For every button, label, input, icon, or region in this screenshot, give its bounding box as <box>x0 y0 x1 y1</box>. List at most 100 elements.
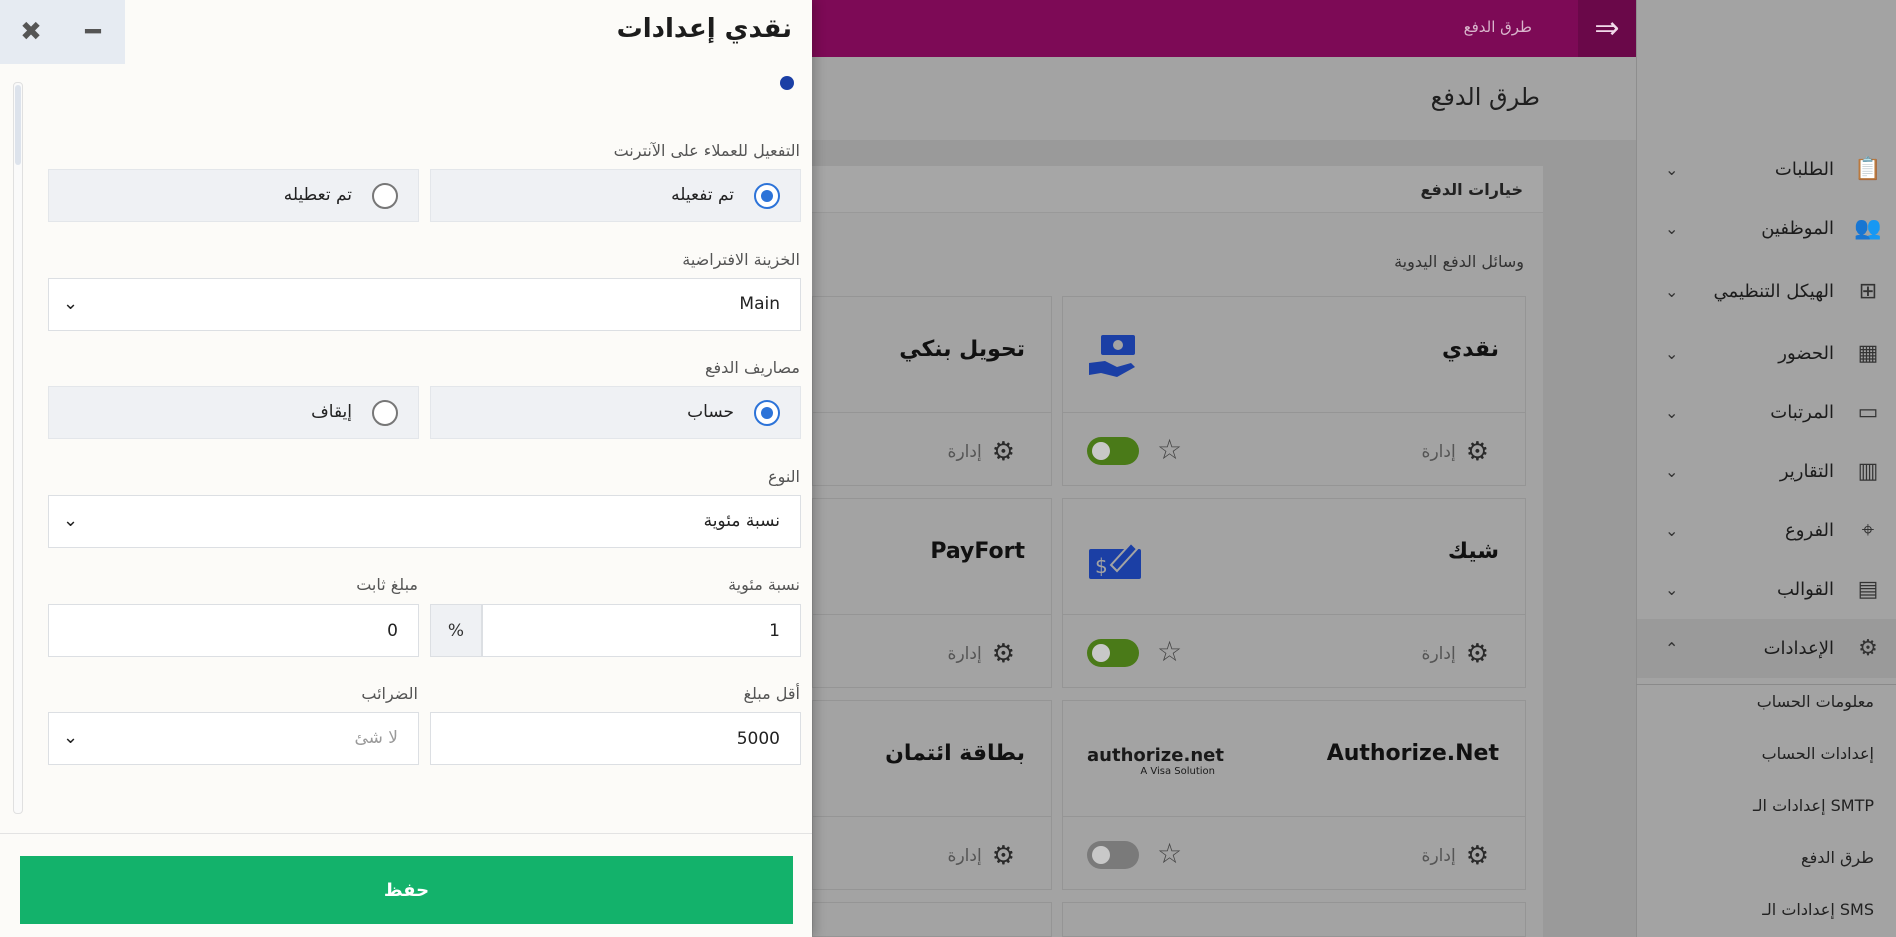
percentage-field[interactable] <box>483 605 800 656</box>
sidebar-subitem[interactable]: إعدادات الـ SMTP <box>1637 782 1896 834</box>
taxes-select[interactable]: لا شئ ⌄ <box>48 712 419 765</box>
min-amount-field[interactable] <box>431 713 800 764</box>
card-title: شيك <box>1447 539 1499 564</box>
sidebar-item-requests[interactable]: 📋 الطلبات ⌄ <box>1637 140 1896 199</box>
users-icon: 👥 <box>1854 216 1882 241</box>
sidebar-item-org-structure[interactable]: ⊞ الهيكل التنظيمي ⌄ <box>1637 258 1896 324</box>
payment-fees-label: مصاريف الدفع <box>704 358 800 377</box>
money-icon: ▭ <box>1857 400 1879 425</box>
default-treasury-label: الخزينة الافتراضية <box>682 250 800 269</box>
star-icon[interactable]: ☆ <box>1157 433 1182 466</box>
radio-disabled[interactable]: تم تعطيله <box>48 169 419 222</box>
gear-icon: ⚙ <box>991 841 1015 871</box>
fixed-amount-input[interactable] <box>48 604 419 657</box>
radio-button[interactable] <box>754 183 780 209</box>
payment-card-authorize-net: Authorize.Net authorize.net A Visa Solut… <box>1062 700 1526 890</box>
gear-icon: ⚙ <box>1465 437 1489 467</box>
chevron-down-icon: ⌄ <box>1665 219 1679 238</box>
sidebar-item-employees[interactable]: 👥 الموظفين ⌄ <box>1637 199 1896 258</box>
save-button[interactable]: حفظ <box>20 856 793 924</box>
card-title: تحويل بنكي <box>899 337 1025 362</box>
sidebar-subitem[interactable]: إعدادات الحساب <box>1637 730 1896 782</box>
drawer-footer: حفظ <box>0 833 812 937</box>
percentage-label: نسبة مئوية <box>728 575 800 594</box>
minimize-icon[interactable]: ━ <box>62 0 124 64</box>
enable-toggle[interactable] <box>1087 639 1139 667</box>
card-title: Authorize.Net <box>1326 741 1499 766</box>
min-amount-label: أقل مبلغ <box>743 684 800 703</box>
bar-chart-icon: ▥ <box>1857 459 1879 484</box>
drawer-header: ✖ ━ نقدي إعدادات <box>0 0 812 64</box>
sidebar-subitem[interactable]: إعدادات الـ SMS <box>1637 886 1896 937</box>
card-title: نقدي <box>1442 337 1499 362</box>
min-amount-input[interactable] <box>430 712 801 765</box>
sidebar-item-templates[interactable]: ▤ القوالب ⌄ <box>1637 560 1896 619</box>
scrollbar[interactable] <box>13 82 23 814</box>
document-icon: ▤ <box>1857 577 1879 602</box>
cheque-icon: $ <box>1089 541 1141 579</box>
manage-link[interactable]: إدارة ⚙ <box>1422 639 1489 669</box>
payment-card-bank-transfer: تحويل بنكي إدارة ⚙ <box>812 296 1052 486</box>
divider <box>1636 684 1896 685</box>
svg-text:$: $ <box>1095 554 1108 578</box>
sidebar-item-reports[interactable]: ▥ التقارير ⌄ <box>1637 442 1896 501</box>
clipboard-icon: 📋 <box>1854 157 1882 182</box>
calendar-icon: ▦ <box>1857 341 1879 366</box>
payment-card-cash: نقدي إدارة ⚙ ☆ <box>1062 296 1526 486</box>
chevron-down-icon: ⌄ <box>63 510 79 531</box>
star-icon[interactable]: ☆ <box>1157 635 1182 668</box>
manage-link[interactable]: إدارة ⚙ <box>948 437 1015 467</box>
arrow-right-icon[interactable]: ⇒ <box>1578 0 1636 57</box>
percent-addon: % <box>430 604 482 657</box>
radio-button[interactable] <box>372 400 398 426</box>
type-select[interactable]: نسبة مئوية ⌄ <box>48 495 801 548</box>
radio-calculate[interactable]: حساب <box>430 386 801 439</box>
payment-card-partial <box>1062 902 1526 937</box>
page-title: طرق الدفع <box>1430 83 1540 111</box>
chevron-down-icon: ⌄ <box>1665 462 1679 481</box>
gear-icon: ⚙ <box>991 639 1015 669</box>
radio-button[interactable] <box>372 183 398 209</box>
default-treasury-select[interactable]: Main ⌄ <box>48 278 801 331</box>
sidebar-item-settings[interactable]: ⚙ الإعدادات ⌃ <box>1637 619 1896 678</box>
sidebar-item-branches[interactable]: ⌖ الفروع ⌄ <box>1637 501 1896 560</box>
chevron-down-icon: ⌄ <box>1665 281 1679 301</box>
manage-link[interactable]: إدارة ⚙ <box>1422 841 1489 871</box>
enable-toggle[interactable] <box>1087 841 1139 869</box>
breadcrumb[interactable]: طرق الدفع <box>1464 18 1532 36</box>
sidebar-item-attendance[interactable]: ▦ الحضور ⌄ <box>1637 324 1896 383</box>
chevron-down-icon: ⌄ <box>1665 344 1679 363</box>
scrollbar-thumb[interactable] <box>15 85 21 165</box>
sidebar-item-payroll[interactable]: ▭ المرتبات ⌄ <box>1637 383 1896 442</box>
payment-card-partial <box>812 902 1052 937</box>
enable-toggle[interactable] <box>1087 437 1139 465</box>
card-title: بطاقة ائتمان <box>885 741 1025 766</box>
drawer-title: نقدي إعدادات <box>616 14 792 44</box>
hierarchy-icon: ⊞ <box>1858 278 1878 304</box>
manage-link[interactable]: إدارة ⚙ <box>948 639 1015 669</box>
fixed-amount-field[interactable] <box>49 605 418 656</box>
panel-header: خيارات الدفع <box>812 166 1543 213</box>
settings-drawer: ✖ ━ نقدي إعدادات التفعيل للعملاء على الآ… <box>0 0 812 937</box>
star-icon[interactable]: ☆ <box>1157 837 1182 870</box>
chevron-down-icon: ⌄ <box>63 727 79 748</box>
manage-link[interactable]: إدارة ⚙ <box>948 841 1015 871</box>
sidebar-subitem[interactable]: طرق الدفع <box>1637 834 1896 886</box>
chevron-down-icon: ⌄ <box>1665 521 1679 540</box>
drawer-controls: ✖ ━ <box>0 0 125 64</box>
radio-enabled[interactable]: تم تفعيله <box>430 169 801 222</box>
sidebar: 📋 الطلبات ⌄ 👥 الموظفين ⌄ ⊞ الهيكل التنظي… <box>1636 0 1896 937</box>
online-activation-label: التفعيل للعملاء على الآنترنت <box>613 141 800 160</box>
manage-link[interactable]: إدارة ⚙ <box>1422 437 1489 467</box>
partial-icon <box>780 76 794 90</box>
sidebar-subitem[interactable]: معلومات الحساب <box>1637 678 1896 730</box>
gear-icon: ⚙ <box>1858 636 1878 661</box>
payment-card-payfort: PayFort إدارة ⚙ <box>812 498 1052 688</box>
cash-hand-icon <box>1089 335 1135 377</box>
top-bar: طرق الدفع ⇒ <box>812 0 1636 57</box>
radio-button[interactable] <box>754 400 780 426</box>
close-icon[interactable]: ✖ <box>0 0 62 64</box>
percentage-input[interactable] <box>482 604 801 657</box>
panel-title: خيارات الدفع <box>1420 180 1523 199</box>
radio-stop[interactable]: إيقاف <box>48 386 419 439</box>
